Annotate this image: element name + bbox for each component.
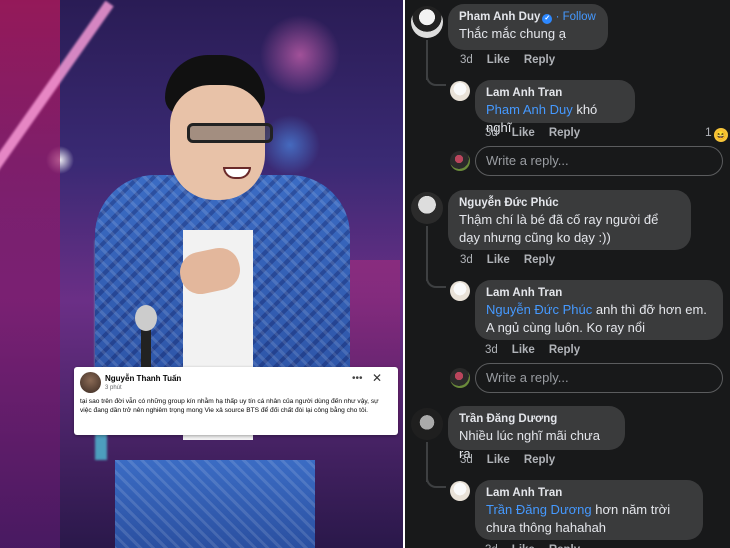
reply-actions: 3d Like Reply (485, 127, 594, 139)
reply-button[interactable]: Reply (524, 454, 555, 466)
reply-author[interactable]: Lam Anh Tran (486, 86, 624, 101)
reply-author[interactable]: Lam Anh Tran (486, 286, 712, 301)
more-options-icon[interactable]: ••• (352, 373, 363, 384)
post-text: tại sao trên đời vẫn có những group kín … (80, 398, 379, 414)
denim-pants (115, 460, 315, 548)
like-button[interactable]: Like (487, 454, 510, 466)
mention-link[interactable]: Nguyễn Đức Phúc (486, 302, 592, 317)
comment-bubble: Trần Đăng Dương Nhiều lúc nghĩ mãi chưa … (448, 406, 625, 461)
comment-author[interactable]: Pham Anh Duy (459, 11, 540, 23)
comment-time[interactable]: 3d (460, 54, 473, 66)
comment-text: Thắc mắc chung ạ (459, 26, 566, 41)
reply-button[interactable]: Reply (549, 127, 580, 139)
thread-line (426, 274, 446, 288)
reply-button[interactable]: Reply (549, 344, 580, 356)
reply-author[interactable]: Lam Anh Tran (486, 486, 692, 501)
reply-time[interactable]: 3d (485, 544, 498, 548)
comment-actions: 3d Like Reply (460, 454, 569, 466)
reply-bubble: Lam Anh Tran Pham Anh Duy khó nghĩ (475, 80, 635, 135)
avatar (80, 372, 101, 393)
comment-text: Thậm chí là bé đã cố ray người để dạy nh… (459, 212, 659, 245)
reply-input[interactable]: Write a reply... (475, 146, 723, 176)
avatar[interactable] (411, 6, 443, 38)
like-button[interactable]: Like (512, 127, 535, 139)
comment-actions: 3d Like Reply (460, 254, 569, 266)
like-button[interactable]: Like (487, 254, 510, 266)
reply-time[interactable]: 3d (485, 127, 498, 139)
thread-line (426, 474, 446, 488)
sunglasses (187, 123, 273, 143)
avatar[interactable] (450, 281, 470, 301)
reply-button[interactable]: Reply (524, 54, 555, 66)
reply-input[interactable]: Write a reply... (475, 363, 723, 393)
concert-photo: Nguyễn Thanh Tuấn 3 phút ••• ✕ tại sao t… (0, 0, 403, 548)
avatar (450, 151, 470, 171)
reply-bubble: Lam Anh Tran Nguyễn Đức Phúc anh thì đỡ … (475, 280, 723, 340)
thread-line (426, 72, 446, 86)
comment-author[interactable]: Trần Đăng Dương (459, 412, 614, 427)
reply-button[interactable]: Reply (549, 544, 580, 548)
comments-panel: Pham Anh Duy ✓ · Follow Thắc mắc chung ạ … (405, 0, 730, 548)
comment-bubble: Nguyễn Đức Phúc Thậm chí là bé đã cố ray… (448, 190, 691, 250)
microphone (135, 305, 157, 331)
post-time: 3 phút (105, 385, 122, 391)
avatar (450, 368, 470, 388)
comment-bubble: Pham Anh Duy ✓ · Follow Thắc mắc chung ạ (448, 4, 608, 50)
performer (95, 55, 350, 548)
like-button[interactable]: Like (487, 54, 510, 66)
avatar[interactable] (450, 481, 470, 501)
reaction-number: 1 (705, 125, 712, 139)
follow-link[interactable]: Follow (563, 11, 596, 23)
reply-bubble: Lam Anh Tran Trần Đăng Dương hơn năm trờ… (475, 480, 703, 540)
reply-actions: 3d Like Reply (485, 544, 594, 548)
reaction-count[interactable]: 1 😆 (705, 125, 728, 142)
verified-badge-icon: ✓ (542, 14, 553, 24)
reply-actions: 3d Like Reply (485, 344, 594, 356)
mention-link[interactable]: Trần Đăng Dương (486, 502, 592, 517)
mention-link[interactable]: Pham Anh Duy (486, 102, 573, 117)
reply-time[interactable]: 3d (485, 344, 498, 356)
post-author: Nguyễn Thanh Tuấn (105, 374, 182, 383)
close-icon[interactable]: ✕ (372, 371, 382, 385)
avatar[interactable] (450, 81, 470, 101)
like-button[interactable]: Like (512, 344, 535, 356)
avatar[interactable] (411, 192, 443, 224)
like-button[interactable]: Like (512, 544, 535, 548)
reply-button[interactable]: Reply (524, 254, 555, 266)
thread-line (426, 226, 428, 281)
comment-author[interactable]: Nguyễn Đức Phúc (459, 196, 680, 211)
comment-time[interactable]: 3d (460, 254, 473, 266)
facebook-post-card: Nguyễn Thanh Tuấn 3 phút ••• ✕ tại sao t… (74, 367, 398, 435)
avatar[interactable] (411, 408, 443, 440)
comment-actions: 3d Like Reply (460, 54, 569, 66)
comment-time[interactable]: 3d (460, 454, 473, 466)
laughing-emoji-icon: 😆 (713, 128, 728, 142)
